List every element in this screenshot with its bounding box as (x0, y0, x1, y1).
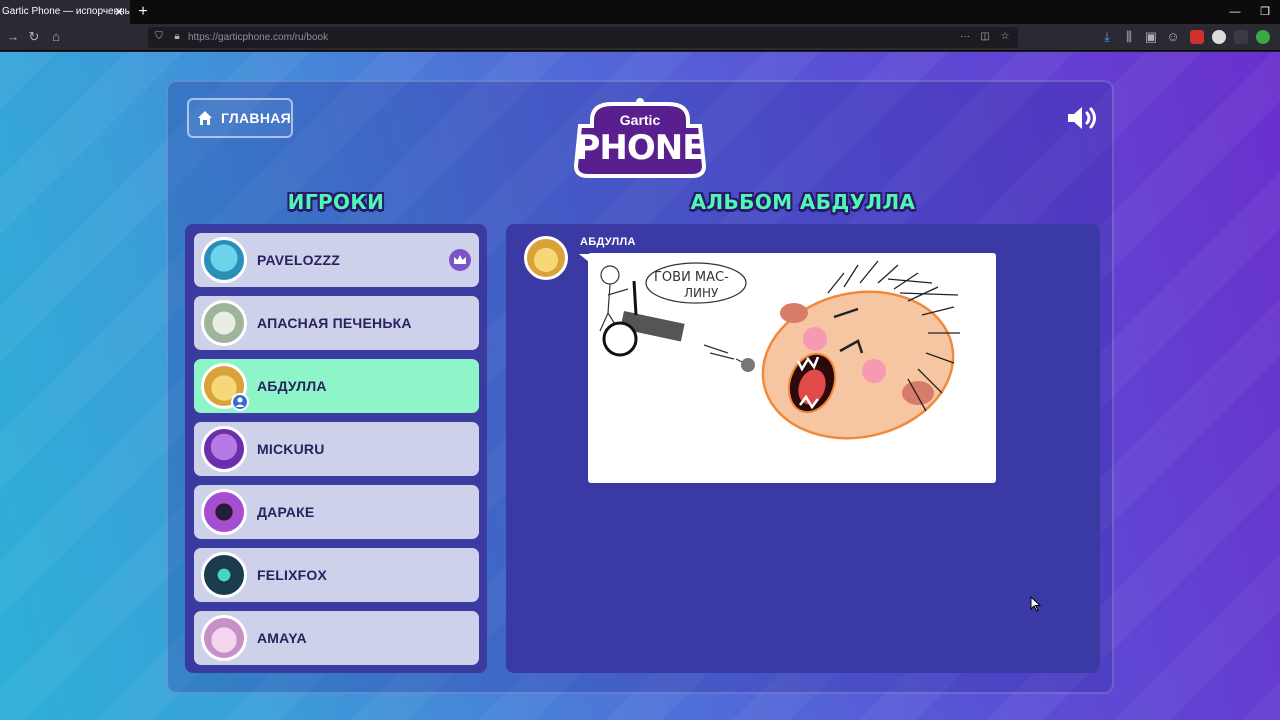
player-name: AMAYA (257, 630, 307, 646)
tab-title: Gartic Phone — испорченный (2, 6, 130, 17)
browser-tab-bar: Gartic Phone — испорченный ✕ + — ❐ (0, 0, 1280, 24)
avatar (201, 552, 247, 598)
avatar (201, 300, 247, 346)
player-name: АБДУЛЛА (257, 378, 327, 394)
new-tab-button[interactable]: + (136, 0, 150, 24)
player-name: АПАСНАЯ ПЕЧЕНЬКА (257, 315, 412, 331)
account-icon[interactable]: ☺ (1164, 28, 1182, 46)
album-drawing: ГОВИ МАС- ЛИНУ (588, 253, 996, 483)
url-text[interactable]: https://garticphone.com/ru/book (188, 27, 328, 48)
player-name: FELIXFOX (257, 567, 328, 583)
speaker-icon[interactable] (1066, 104, 1100, 132)
logo-gartic-text: Gartic (619, 112, 661, 128)
avatar (201, 615, 247, 661)
drawing-text: ЛИНУ (684, 286, 719, 300)
drawing-text: ГОВИ МАС- (654, 270, 729, 285)
forward-icon[interactable]: → (4, 28, 22, 46)
avatar (201, 237, 247, 283)
players-title: ИГРОКИ (287, 190, 385, 214)
player-name: MICKURU (257, 441, 325, 457)
album-author-avatar (524, 236, 568, 280)
user-badge-icon (231, 393, 249, 411)
avatar (201, 426, 247, 472)
drawing-canvas: ГОВИ МАС- ЛИНУ (599, 260, 960, 440)
browser-nav-bar: → ↻ ⌂ ⛉ 🔒︎ https://garticphone.com/ru/bo… (0, 24, 1280, 51)
player-row[interactable]: PAVELOZZZ (194, 233, 479, 287)
minimize-button[interactable]: — (1220, 0, 1250, 24)
gartic-phone-logo: Gartic PHONE (572, 98, 708, 178)
home-button-label: ГЛАВНАЯ (220, 110, 291, 126)
player-row[interactable]: ДАРАКЕ (194, 485, 479, 539)
restore-button[interactable]: ❐ (1250, 0, 1280, 24)
player-row[interactable]: AMAYA (194, 611, 479, 665)
pocket-icon[interactable]: ◫ (978, 30, 992, 44)
logo-phone-text: PHONE (575, 128, 706, 168)
album-panel: АБДУЛЛА ГОВИ МАС- ЛИНУ (506, 224, 1100, 673)
shield-icon[interactable]: ⛉ (152, 30, 166, 44)
globe-extension-icon[interactable] (1212, 30, 1226, 44)
album-title: АЛЬБОМ АБДУЛЛА (690, 190, 916, 214)
player-name: PAVELOZZZ (257, 252, 340, 268)
download-icon[interactable]: ⤓ (1098, 28, 1116, 46)
crown-icon (449, 249, 471, 271)
home-icon[interactable]: ⌂ (47, 28, 65, 46)
page-actions-icon[interactable]: ··· (958, 30, 972, 44)
library-icon[interactable]: ⫼ (1120, 28, 1138, 46)
player-row[interactable]: MICKURU (194, 422, 479, 476)
browser-tab[interactable]: Gartic Phone — испорченный ✕ (0, 0, 130, 24)
bookmark-star-icon[interactable]: ☆ (998, 30, 1012, 44)
close-tab-icon[interactable]: ✕ (114, 0, 124, 24)
window-controls: — ❐ (1220, 0, 1280, 24)
player-row-active[interactable]: АБДУЛЛА (194, 359, 479, 413)
mouse-cursor-icon (1030, 596, 1042, 612)
avatar (201, 489, 247, 535)
player-row[interactable]: FELIXFOX (194, 548, 479, 602)
album-author-name: АБДУЛЛА (580, 236, 636, 248)
lock-icon[interactable]: 🔒︎ (170, 30, 184, 44)
house-icon (197, 111, 212, 125)
address-bar[interactable]: ⛉ 🔒︎ https://garticphone.com/ru/book ···… (148, 27, 1018, 48)
adblock-extension-icon[interactable] (1190, 30, 1204, 44)
player-name: ДАРАКЕ (257, 504, 315, 520)
game-page: ГЛАВНАЯ Gartic PHONE ИГРОКИ АЛЬБОМ АБДУЛ… (0, 52, 1280, 720)
players-list: PAVELOZZZ АПАСНАЯ ПЕЧЕНЬКА АБДУЛЛА MICKU… (185, 224, 487, 673)
player-row[interactable]: АПАСНАЯ ПЕЧЕНЬКА (194, 296, 479, 350)
green-extension-icon[interactable] (1256, 30, 1270, 44)
reload-icon[interactable]: ↻ (25, 28, 43, 46)
home-button[interactable]: ГЛАВНАЯ (187, 98, 293, 138)
extension-icon[interactable] (1234, 30, 1248, 44)
sidebar-icon[interactable]: ▣ (1142, 28, 1160, 46)
